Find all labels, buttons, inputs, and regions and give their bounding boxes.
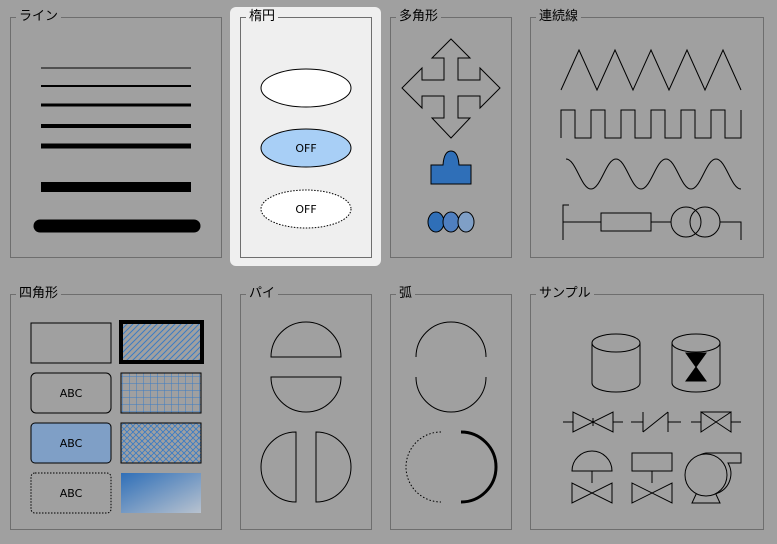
oval-dot-2[interactable] bbox=[442, 211, 460, 233]
sine-wave-line[interactable] bbox=[565, 158, 742, 190]
check-valve-icon[interactable] bbox=[631, 411, 681, 433]
pie-bottom-half[interactable] bbox=[270, 376, 342, 413]
arc-bottom[interactable] bbox=[415, 376, 487, 413]
motor-valve-icon[interactable] bbox=[631, 452, 673, 504]
group-pie[interactable]: パイ bbox=[240, 285, 372, 530]
angle-valve-icon[interactable] bbox=[691, 411, 741, 433]
arc-top[interactable] bbox=[415, 321, 487, 358]
pie-right-half[interactable] bbox=[315, 431, 352, 503]
oval-dot-3[interactable] bbox=[457, 211, 475, 233]
group-sample[interactable]: サンプル bbox=[530, 285, 764, 530]
ellipse-plain[interactable] bbox=[260, 68, 352, 108]
rect-gradient[interactable] bbox=[121, 473, 201, 513]
ellipse-blue-label: OFF bbox=[295, 142, 316, 155]
diaphragm-valve-icon[interactable] bbox=[571, 450, 613, 504]
rect-dotted-label: ABC bbox=[60, 487, 83, 500]
pie-top-half[interactable] bbox=[270, 321, 342, 358]
gate-valve-icon[interactable] bbox=[563, 411, 623, 433]
pie-left-half[interactable] bbox=[260, 431, 297, 503]
four-way-arrow-shape[interactable] bbox=[401, 38, 501, 139]
rect-blue-filled-label: ABC bbox=[60, 437, 83, 450]
arc-left-dotted[interactable] bbox=[405, 431, 442, 503]
pump-icon[interactable] bbox=[684, 452, 742, 504]
square-wave-line[interactable] bbox=[560, 109, 742, 139]
ellipse-dotted-label: OFF bbox=[295, 203, 316, 216]
rect-rounded-label: ABC bbox=[60, 387, 83, 400]
group-arc[interactable]: 弧 bbox=[390, 285, 512, 530]
group-line[interactable]: ライン bbox=[10, 8, 222, 258]
arc-right-thick[interactable] bbox=[460, 430, 498, 504]
rect-plain[interactable] bbox=[30, 322, 112, 364]
group-polygon[interactable]: 多角形 bbox=[390, 8, 512, 258]
rect-grid-hatched[interactable] bbox=[120, 372, 202, 414]
oval-dot-1[interactable] bbox=[427, 211, 445, 233]
zigzag-line[interactable] bbox=[560, 48, 742, 92]
tank-hourglass-icon[interactable] bbox=[671, 333, 721, 393]
group-rectangle[interactable]: 四角形 ABC ABC ABC bbox=[10, 285, 222, 530]
circuit-line[interactable] bbox=[562, 204, 742, 240]
rect-cross-hatched[interactable] bbox=[120, 422, 202, 464]
blue-bump-shape[interactable] bbox=[430, 150, 472, 185]
tank-icon[interactable] bbox=[591, 333, 641, 393]
rect-thick-hatched[interactable] bbox=[119, 320, 204, 364]
group-ellipse[interactable]: 楕円 OFF OFF bbox=[240, 8, 372, 258]
group-continuous-line[interactable]: 連続線 bbox=[530, 8, 764, 258]
